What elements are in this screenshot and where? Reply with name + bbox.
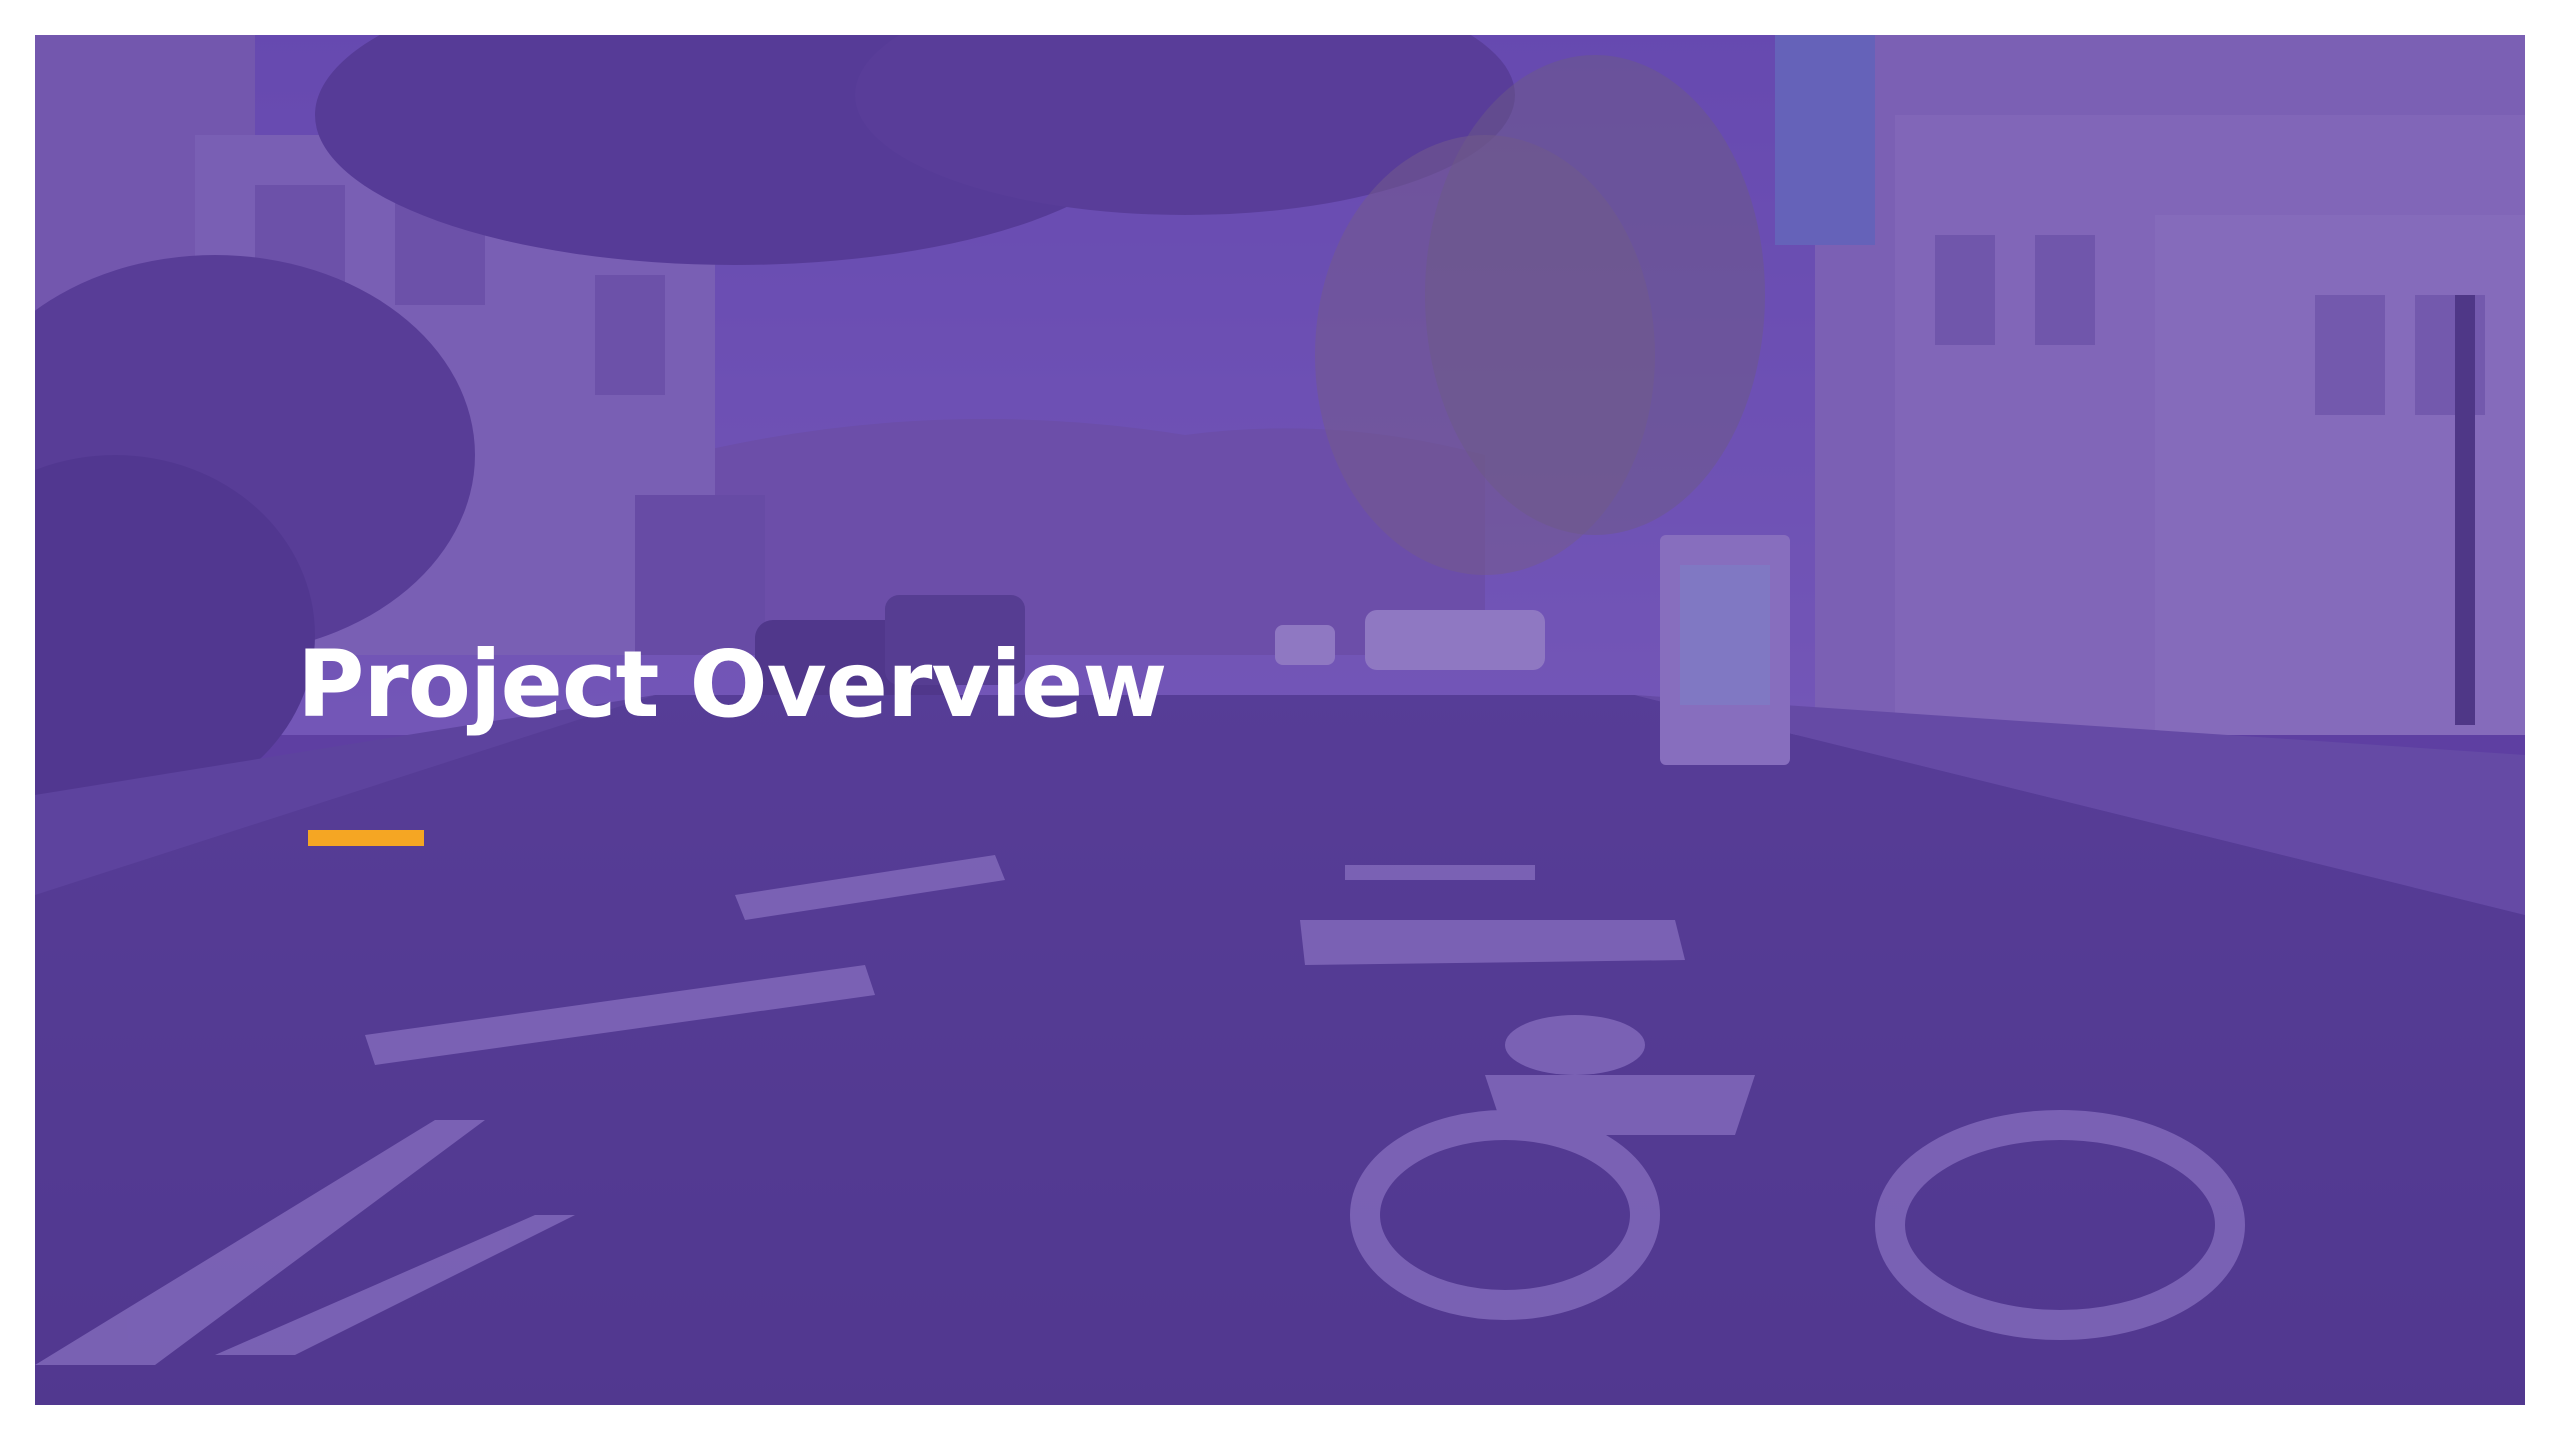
accent-bar	[308, 830, 424, 846]
title-slide: Project Overview	[35, 35, 2525, 1405]
slide-title: Project Overview	[297, 631, 1167, 738]
